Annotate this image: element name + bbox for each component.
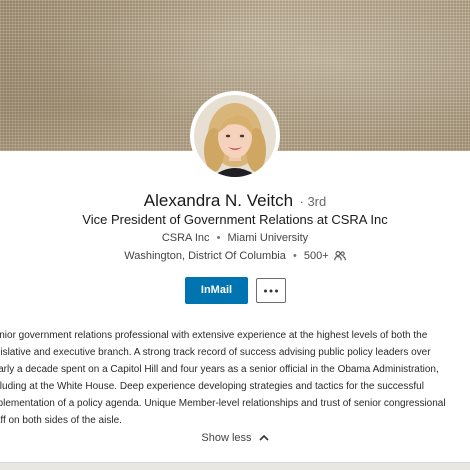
profile-headline: Vice President of Government Relations a… (82, 212, 388, 227)
location: Washington, District Of Columbia (124, 250, 286, 262)
location-line: Washington, District Of Columbia • 500+ (0, 250, 470, 264)
inmail-button[interactable]: InMail (185, 277, 248, 304)
connections-count[interactable]: 500+ (304, 250, 329, 262)
profile-name: Alexandra N. Veitch (143, 191, 294, 210)
more-dots-icon (264, 289, 278, 292)
company-link[interactable]: CSRA Inc (162, 232, 210, 244)
summary-line: nearly a decade spent on a Capitol Hill … (0, 364, 439, 375)
profile-card: Alexandra N. Veitch · 3rd Vice President… (0, 0, 470, 463)
profile-photo[interactable] (190, 91, 280, 181)
summary-line: Senior government relations professional… (0, 330, 428, 341)
more-actions-button[interactable] (256, 278, 286, 303)
avatar (194, 95, 276, 177)
summary-line: including at the White House. Deep exper… (0, 381, 424, 392)
chevron-up-icon (259, 432, 269, 444)
show-less-label: Show less (201, 432, 252, 444)
people-icon[interactable] (333, 251, 346, 264)
company-school-line: CSRA Inc • Miami University (0, 232, 470, 244)
name-row: Alexandra N. Veitch · 3rd (0, 191, 470, 211)
show-less-button[interactable]: Show less (0, 432, 470, 444)
school-link[interactable]: Miami University (227, 232, 308, 244)
summary-line: legislative and executive branch. A stro… (0, 347, 431, 358)
summary-text: Senior government relations professional… (0, 327, 470, 429)
connection-degree: · 3rd (299, 194, 327, 209)
summary-line: implementation of a policy agenda. Uniqu… (0, 398, 446, 409)
summary-line: staff on both sides of the aisle. (0, 415, 122, 426)
separator: • (216, 232, 221, 244)
separator: • (292, 250, 297, 262)
